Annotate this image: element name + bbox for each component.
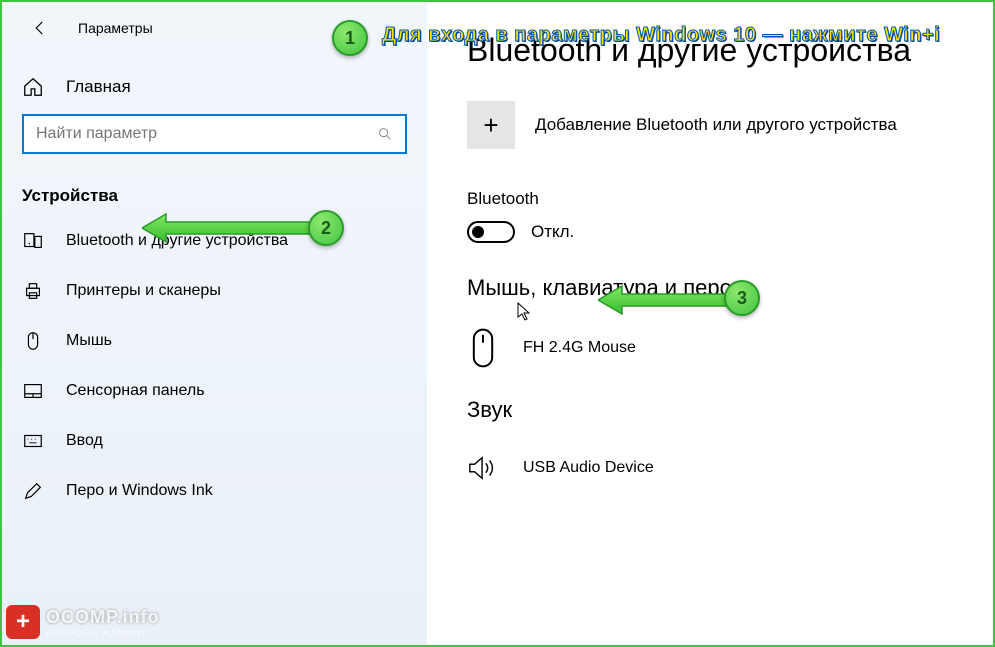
annotation-banner: Для входа в параметры Windows 10 — нажми… [382,24,940,47]
nav-printers[interactable]: Принтеры и сканеры [2,266,427,316]
watermark-main: OCOMP.info [46,607,160,628]
plus-icon: + [467,101,515,149]
device-name: FH 2.4G Mouse [523,339,636,357]
sidebar: Параметры Главная Устройства Bluetooth и… [2,2,427,645]
bluetooth-label: Bluetooth [467,189,973,209]
nav-touchpad[interactable]: Сенсорная панель [2,366,427,416]
mouse-icon [22,330,44,352]
devices-icon [22,230,44,252]
device-name: USB Audio Device [523,459,654,477]
device-audio[interactable]: USB Audio Device [467,441,973,517]
search-container [2,114,427,176]
pen-icon [22,480,44,502]
back-button[interactable] [22,10,58,46]
section-heading-audio: Звук [467,397,973,423]
cursor-icon [517,302,533,322]
search-box[interactable] [22,114,407,154]
arrow-left-icon [31,19,49,37]
section-title-devices: Устройства [2,176,427,216]
search-input[interactable] [36,125,377,143]
add-device-label: Добавление Bluetooth или другого устройс… [535,115,897,135]
nav-typing[interactable]: Ввод [2,416,427,466]
bluetooth-section: Bluetooth Откл. [467,189,973,243]
bluetooth-state: Откл. [531,222,574,242]
annotation-marker-1: 1 [332,20,368,56]
home-label: Главная [66,77,131,97]
watermark: + OCOMP.info ВОПРОСЫ АДМИНУ [6,605,160,639]
watermark-plus-icon: + [6,605,40,639]
add-device-button[interactable]: + Добавление Bluetooth или другого устро… [467,101,973,149]
watermark-sub: ВОПРОСЫ АДМИНУ [46,628,160,638]
nav-label: Принтеры и сканеры [66,282,221,300]
touchpad-icon [22,380,44,402]
annotation-marker-2: 2 [308,210,344,246]
printer-icon [22,280,44,302]
speaker-icon [467,447,499,489]
nav-label: Ввод [66,432,103,450]
home-icon [22,76,44,98]
device-mouse[interactable]: FH 2.4G Mouse [467,321,973,397]
home-nav[interactable]: Главная [2,64,427,114]
mouse-device-icon [467,327,499,369]
annotation-marker-3: 3 [724,280,760,316]
keyboard-icon [22,430,44,452]
window-title: Параметры [78,20,153,36]
nav-pen[interactable]: Перо и Windows Ink [2,466,427,516]
bluetooth-toggle[interactable] [467,221,515,243]
annotation-arrow-2 [142,212,322,244]
main-content: Bluetooth и другие устройства + Добавлен… [427,2,993,645]
toggle-knob [472,226,484,238]
nav-label: Сенсорная панель [66,382,205,400]
nav-mouse[interactable]: Мышь [2,316,427,366]
nav-label: Перо и Windows Ink [66,482,213,500]
audio-section: Звук USB Audio Device [467,397,973,517]
nav-label: Мышь [66,332,112,350]
search-icon [377,126,393,142]
annotation-arrow-3 [598,284,738,316]
